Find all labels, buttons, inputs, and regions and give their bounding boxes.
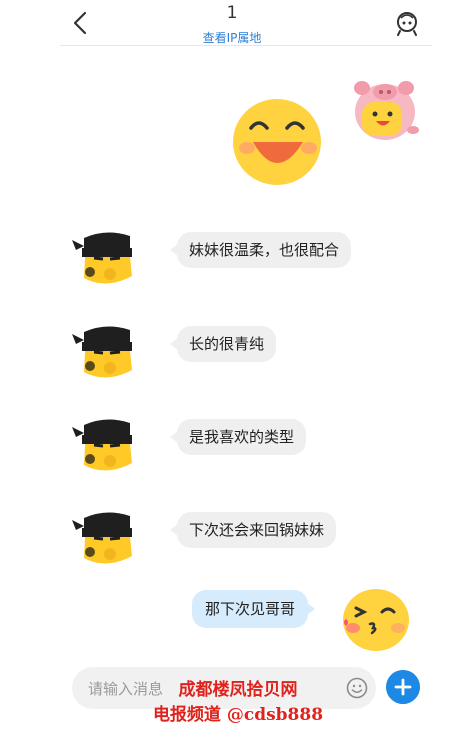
masked-ninja-avatar[interactable]: [70, 322, 142, 382]
smiley-icon[interactable]: [346, 677, 368, 699]
outgoing-message-bubble[interactable]: 那下次见哥哥: [192, 590, 316, 628]
masked-ninja-avatar[interactable]: [70, 228, 142, 288]
big-laughing-emoji: [233, 99, 321, 185]
watermark-line-2: 电报频道 @cdsb888: [152, 705, 324, 725]
incoming-message-bubble[interactable]: 下次还会来回锅妹妹: [169, 512, 337, 548]
watermark-line-1: 成都楼凤拾贝网: [178, 680, 298, 700]
pig-hood-avatar[interactable]: [348, 78, 422, 142]
incoming-message-bubble[interactable]: 妹妹很温柔，也很配合: [169, 232, 352, 268]
watermark: 成都楼凤拾贝网 电报频道 @cdsb888: [138, 678, 338, 728]
message-row: 是我喜欢的类型: [0, 415, 464, 475]
robot-face-icon[interactable]: [394, 10, 420, 36]
incoming-message-bubble[interactable]: 长的很青纯: [169, 326, 277, 362]
incoming-message-bubble[interactable]: 是我喜欢的类型: [169, 419, 307, 455]
message-row: 妹妹很温柔，也很配合: [0, 228, 464, 288]
chat-header: 1 查看IP属地: [0, 0, 464, 46]
message-row: 长的很青纯: [0, 322, 464, 382]
masked-ninja-avatar[interactable]: [70, 415, 142, 475]
header-divider: [60, 45, 432, 46]
wink-kiss-emoji[interactable]: [340, 586, 412, 652]
masked-ninja-avatar[interactable]: [70, 508, 142, 568]
message-row: 下次还会来回锅妹妹: [0, 508, 464, 568]
plus-icon[interactable]: [386, 670, 420, 704]
